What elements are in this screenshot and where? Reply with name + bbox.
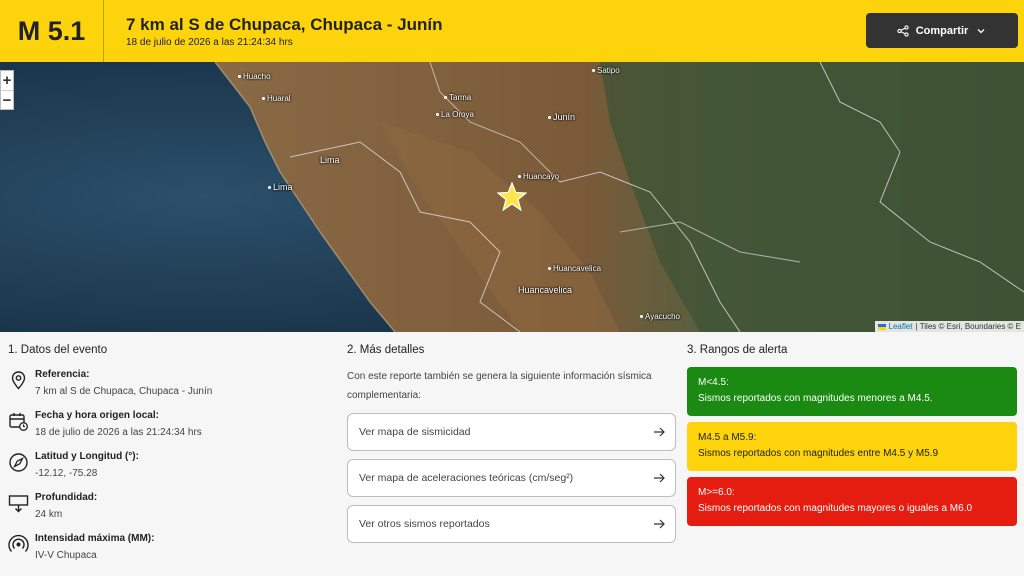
event-data-heading: 1. Datos del evento (8, 344, 108, 356)
event-title: 7 km al S de Chupaca, Chupaca - Junín (126, 14, 443, 34)
share-button[interactable]: Compartir (866, 13, 1018, 48)
intensity-label: Intensidad máxima (MM): (35, 533, 155, 544)
intensity-value: IV-V Chupaca (35, 550, 97, 561)
link-label: Ver mapa de aceleraciones teóricas (cm/s… (359, 472, 574, 484)
city-label: Huancavelica (548, 264, 601, 273)
epicenter-star-icon[interactable] (497, 182, 527, 212)
zoom-control: + − (0, 70, 14, 110)
event-header: M 5.1 7 km al S de Chupaca, Chupaca - Ju… (0, 0, 1024, 62)
intensity-item: Intensidad máxima (MM): IV-V Chupaca (8, 533, 328, 574)
intensity-icon (8, 534, 29, 552)
city-label: Huaral (262, 94, 291, 103)
leaflet-link[interactable]: Leaflet (889, 322, 913, 331)
alert-range: M<4.5: (698, 377, 729, 388)
event-datetime: 18 de julio de 2026 a las 21:24:34 hrs (126, 36, 293, 48)
details-description: Con este reporte también se genera la si… (347, 371, 652, 401)
event-data-panel: 1. Datos del evento Referencia: 7 km al … (8, 344, 328, 574)
zoom-out-button[interactable]: − (1, 90, 13, 109)
city-label: Lima (268, 182, 293, 192)
arrow-right-icon (654, 427, 665, 437)
depth-item: Profundidad: 24 km (8, 492, 328, 533)
alert-text: Sismos reportados con magnitudes menores… (698, 393, 933, 404)
ukraine-flag-icon (877, 323, 886, 330)
link-label: Ver mapa de sismicidad (359, 426, 471, 438)
share-icon (897, 24, 909, 37)
share-label: Compartir (915, 24, 969, 37)
zoom-in-button[interactable]: + (1, 71, 13, 90)
location-pin-icon (11, 371, 26, 390)
alert-ranges-heading: 3. Rangos de alerta (687, 344, 788, 356)
datetime-value: 18 de julio de 2026 a las 21:24:34 hrs (35, 427, 202, 438)
city-label: Huacho (238, 72, 271, 81)
region-label: Huancavelica (518, 285, 573, 295)
alert-medium: M4.5 a M5.9: Sismos reportados con magni… (687, 422, 1017, 471)
chevron-down-icon (977, 28, 985, 33)
alert-range: M>=6.0: (698, 487, 735, 498)
accelerations-map-link[interactable]: Ver mapa de aceleraciones teóricas (cm/s… (347, 459, 676, 497)
alert-range: M4.5 a M5.9: (698, 432, 757, 443)
reference-label: Referencia: (35, 369, 90, 380)
depth-label: Profundidad: (35, 492, 98, 503)
alert-ranges-panel: 3. Rangos de alerta M<4.5: Sismos report… (687, 344, 1017, 526)
datetime-label: Fecha y hora origen local: (35, 410, 159, 421)
compass-icon (9, 453, 28, 472)
arrow-right-icon (654, 473, 665, 483)
coordinates-label: Latitud y Longitud (°): (35, 451, 139, 462)
title-block: 7 km al S de Chupaca, Chupaca - Junín 18… (104, 15, 442, 48)
region-label: Lima (320, 155, 340, 165)
map-attribution: Leaflet | Tiles © Esri, Boundaries © E (874, 321, 1024, 332)
alert-high: M>=6.0: Sismos reportados con magnitudes… (687, 477, 1017, 526)
alert-low: M<4.5: Sismos reportados con magnitudes … (687, 367, 1017, 416)
seismicity-map-link[interactable]: Ver mapa de sismicidad (347, 413, 676, 451)
depth-value: 24 km (35, 509, 63, 520)
link-label: Ver otros sismos reportados (359, 518, 490, 530)
coordinates-item: Latitud y Longitud (°): -12.12, -75.28 (8, 451, 328, 492)
arrow-right-icon (654, 519, 665, 529)
coordinates-value: -12.12, -75.28 (35, 468, 98, 479)
more-details-panel: 2. Más detalles Con este reporte también… (347, 344, 677, 543)
city-label: La Oroya (436, 110, 474, 119)
datetime-item: Fecha y hora origen local: 18 de julio d… (8, 410, 328, 451)
reference-item: Referencia: 7 km al S de Chupaca, Chupac… (8, 369, 328, 410)
magnitude-label: M 5.1 (0, 0, 104, 62)
epicenter-map[interactable]: + − Huacho Huaral Lima Lima Tarma La Oro… (0, 62, 1024, 332)
alert-text: Sismos reportados con magnitudes mayores… (698, 503, 973, 514)
city-label: Ayacucho (640, 312, 680, 321)
city-label: Huancayo (518, 172, 559, 181)
depth-icon (8, 495, 29, 513)
more-details-heading: 2. Más detalles (347, 344, 425, 356)
alert-text: Sismos reportados con magnitudes entre M… (698, 448, 939, 459)
reference-value: 7 km al S de Chupaca, Chupaca - Junín (35, 386, 213, 397)
calendar-clock-icon (9, 413, 28, 431)
other-quakes-link[interactable]: Ver otros sismos reportados (347, 505, 676, 543)
city-label: Tarma (444, 93, 471, 102)
tiles-attribution: | Tiles © Esri, Boundaries © E (915, 322, 1021, 331)
region-label: Junín (548, 112, 575, 122)
city-label: Satipo (592, 66, 620, 75)
